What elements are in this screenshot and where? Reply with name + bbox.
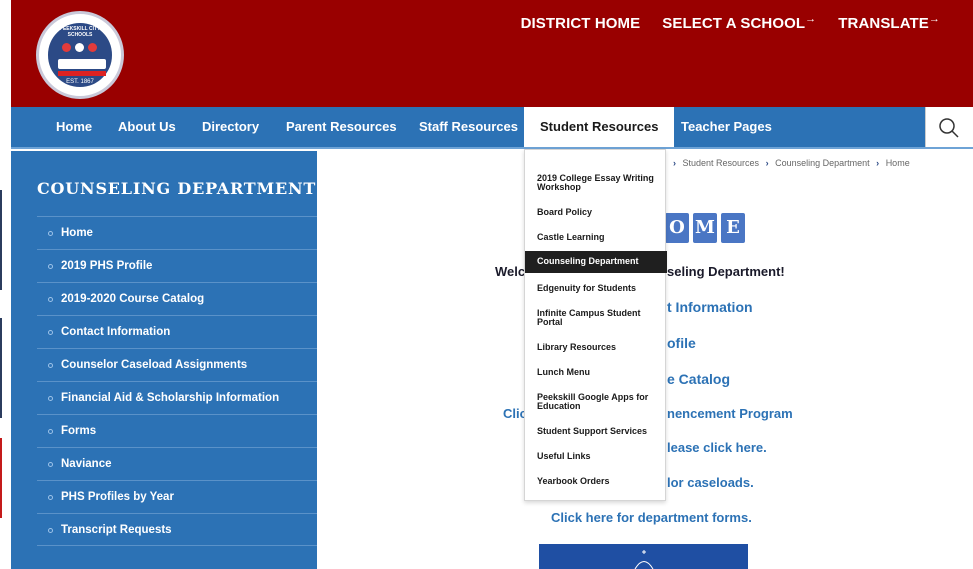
bullet-icon [48, 462, 53, 467]
dropdown-item-essay-workshop[interactable]: 2019 College Essay Writing Workshop [525, 174, 667, 192]
bullet-icon [48, 429, 53, 434]
banner-tile: E [721, 213, 745, 243]
edge-marker [0, 438, 2, 518]
school-crest-image [539, 544, 748, 569]
counselor-caseloads-link[interactable]: lor caseloads. [667, 475, 754, 490]
student-resources-dropdown: 2019 College Essay Writing Workshop Boar… [524, 149, 667, 501]
bullet-icon [48, 396, 53, 401]
sidebar-item-naviance[interactable]: Naviance [37, 447, 319, 480]
breadcrumb-student-resources[interactable]: Student Resources [683, 158, 760, 168]
search-button[interactable] [925, 107, 973, 147]
bullet-icon [48, 330, 53, 335]
banner-tile: M [693, 213, 717, 243]
dropdown-item-student-support[interactable]: Student Support Services [525, 427, 667, 436]
select-school-link[interactable]: SELECT A SCHOOL→ [662, 13, 816, 32]
waves-icon [58, 71, 106, 76]
arrow-icon: → [805, 13, 817, 25]
sidebar-item-contact-information[interactable]: Contact Information [37, 315, 319, 348]
department-forms-link[interactable]: Click here for department forms. [551, 510, 752, 525]
left-edge-strip [0, 0, 11, 569]
sidebar: COUNSELING DEPARTMENT Home 2019 PHS Prof… [11, 151, 319, 569]
sidebar-item-phs-profiles-by-year[interactable]: PHS Profiles by Year [37, 480, 319, 513]
sidebar-item-financial-aid[interactable]: Financial Aid & Scholarship Information [37, 381, 319, 414]
dropdown-item-edgenuity[interactable]: Edgenuity for Students [525, 284, 667, 293]
dropdown-item-lunch-menu[interactable]: Lunch Menu [525, 368, 667, 377]
chevron-right-icon: › [876, 158, 880, 168]
book-icon [58, 59, 106, 69]
nav-item-teacher-pages[interactable]: Teacher Pages [681, 107, 772, 147]
district-logo[interactable]: PEEKSKILL CITY SCHOOLS EST. 1867 [36, 11, 124, 99]
sidebar-item-caseload-assignments[interactable]: Counselor Caseload Assignments [37, 348, 319, 381]
bullet-icon [48, 264, 53, 269]
sidebar-title: COUNSELING DEPARTMENT [37, 179, 317, 198]
logo-figures-icon [60, 39, 104, 57]
commencement-program-link[interactable]: nencement Program [667, 406, 793, 421]
welcome-text-left: Welc [495, 264, 526, 279]
nav-item-about-us[interactable]: About Us [118, 107, 176, 147]
bullet-icon [48, 363, 53, 368]
page: PEEKSKILL CITY SCHOOLS EST. 1867 DISTRIC… [0, 0, 973, 569]
logo-seal: PEEKSKILL CITY SCHOOLS EST. 1867 [46, 21, 114, 89]
sidebar-item-forms[interactable]: Forms [37, 414, 319, 447]
nav-item-student-resources[interactable]: Student Resources [524, 107, 675, 147]
sidebar-item-transcript-requests[interactable]: Transcript Requests [37, 513, 319, 546]
crest-icon [634, 550, 654, 569]
edge-marker [0, 190, 2, 290]
top-links: DISTRICT HOME SELECT A SCHOOL→ TRANSLATE… [521, 13, 940, 32]
please-click-here-link[interactable]: lease click here. [667, 440, 767, 455]
arrow-icon: → [928, 13, 940, 25]
dropdown-item-board-policy[interactable]: Board Policy [525, 208, 667, 217]
sidebar-item-course-catalog[interactable]: 2019-2020 Course Catalog [37, 282, 319, 315]
nav-item-staff-resources[interactable]: Staff Resources [419, 107, 518, 147]
bullet-icon [48, 528, 53, 533]
course-catalog-link[interactable]: e Catalog [667, 371, 730, 387]
bullet-icon [48, 495, 53, 500]
welcome-text-right: seling Department! [667, 264, 785, 279]
dropdown-item-google-apps[interactable]: Peekskill Google Apps for Education [525, 393, 667, 411]
dropdown-item-useful-links[interactable]: Useful Links [525, 452, 667, 461]
main-nav: Home About Us Directory Parent Resources… [11, 107, 973, 149]
dropdown-item-yearbook-orders[interactable]: Yearbook Orders [525, 477, 667, 486]
nav-item-home[interactable]: Home [56, 107, 92, 147]
sidebar-list: Home 2019 PHS Profile 2019-2020 Course C… [37, 216, 319, 546]
contact-information-link[interactable]: t Information [667, 299, 753, 315]
logo-est: EST. 1867 [66, 79, 94, 85]
chevron-right-icon: › [765, 158, 769, 168]
search-icon [939, 118, 959, 138]
dropdown-item-library-resources[interactable]: Library Resources [525, 343, 667, 352]
nav-item-parent-resources[interactable]: Parent Resources [286, 107, 397, 147]
bullet-icon [48, 297, 53, 302]
sidebar-item-home[interactable]: Home [37, 216, 319, 249]
banner-tile: O [665, 213, 689, 243]
edge-marker [0, 318, 2, 418]
bullet-icon [48, 231, 53, 236]
home-banner: O M E [665, 213, 745, 243]
dropdown-item-counseling-department[interactable]: Counseling Department [525, 251, 667, 273]
breadcrumb-home: Home [885, 158, 910, 168]
profile-link[interactable]: ofile [667, 335, 696, 351]
breadcrumb-counseling-department[interactable]: Counseling Department [775, 158, 870, 168]
dropdown-item-castle-learning[interactable]: Castle Learning [525, 233, 667, 242]
chevron-right-icon: › [673, 158, 676, 168]
breadcrumb: › Student Resources › Counseling Departm… [669, 158, 910, 168]
nav-item-directory[interactable]: Directory [202, 107, 259, 147]
site-header: PEEKSKILL CITY SCHOOLS EST. 1867 DISTRIC… [11, 0, 973, 107]
logo-text: PEEKSKILL CITY SCHOOLS [59, 26, 101, 38]
sidebar-item-2019-phs-profile[interactable]: 2019 PHS Profile [37, 249, 319, 282]
translate-link[interactable]: TRANSLATE→ [838, 13, 940, 32]
district-home-link[interactable]: DISTRICT HOME [521, 13, 641, 32]
dropdown-item-infinite-campus[interactable]: Infinite Campus Student Portal [525, 309, 667, 327]
